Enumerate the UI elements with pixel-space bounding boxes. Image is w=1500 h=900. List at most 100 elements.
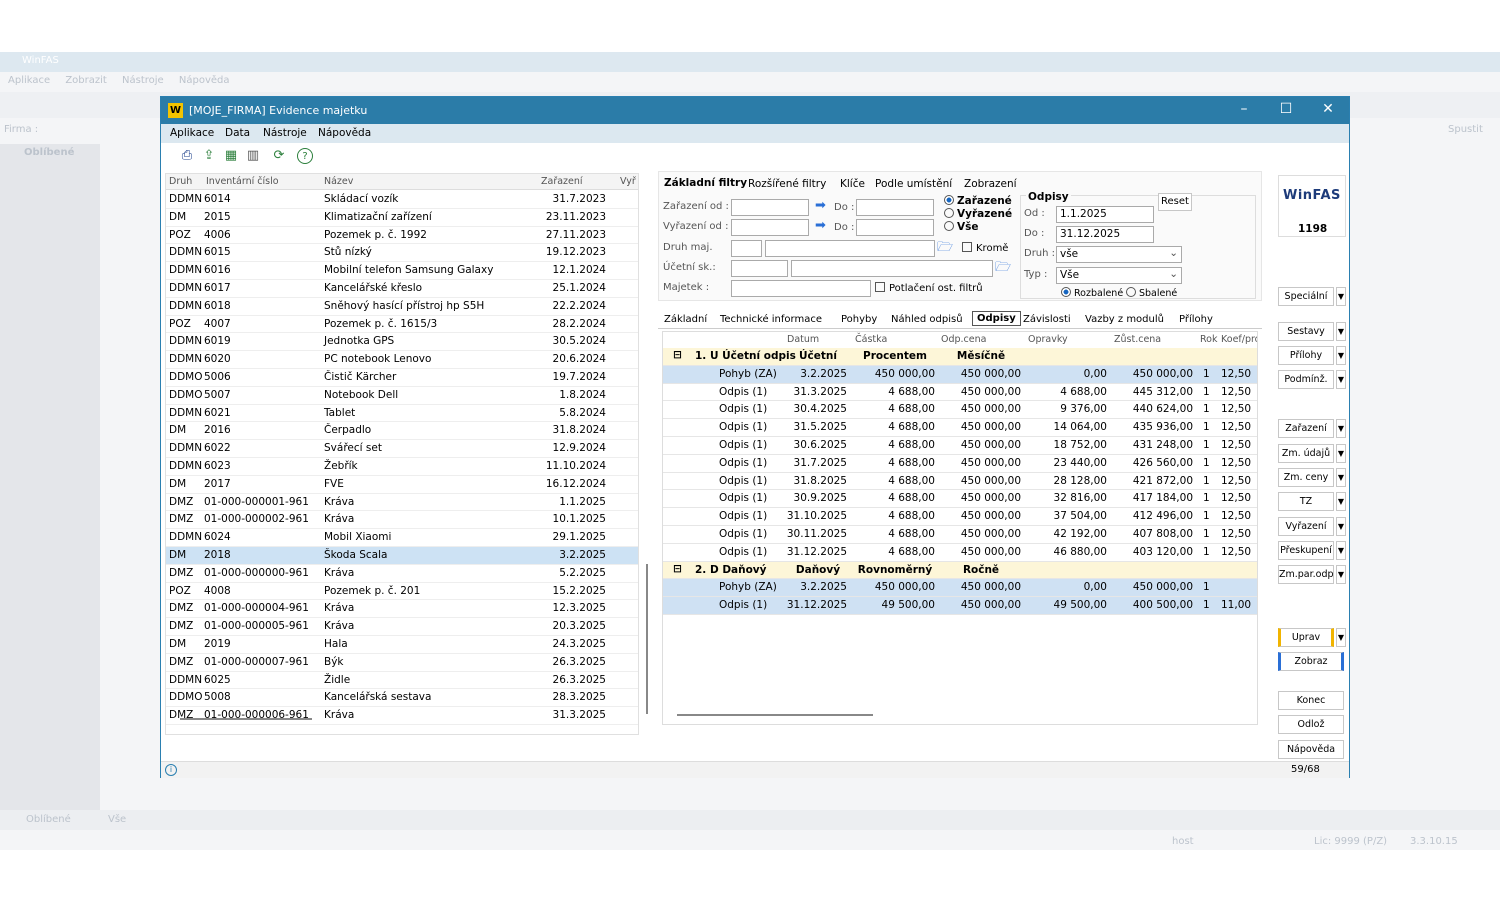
col-inventarni-cislo[interactable]: Inventární číslo	[206, 176, 279, 187]
bg-menu-napoveda[interactable]: Nápověda	[179, 75, 230, 86]
sestavy-button[interactable]: Sestavy	[1278, 322, 1334, 341]
dropdown-arrow-icon[interactable]: ▼	[1336, 468, 1346, 487]
refresh-icon[interactable]: ⟳	[271, 148, 287, 164]
tab-pohyby[interactable]: Pohyby	[841, 314, 877, 325]
list-item[interactable]: DDMN 6018 Sněhový hasící přístroj hp S5H 22…	[166, 298, 638, 316]
bg-menu-nastroje[interactable]: Nástroje	[122, 75, 164, 86]
col-nazev[interactable]: Název	[324, 176, 353, 187]
col-opravky[interactable]: Opravky	[1028, 334, 1068, 345]
radio-sbalene[interactable]: Sbalené	[1126, 287, 1177, 299]
list-item[interactable]: DMZ 01-000-000006-961 Kráva 31.3.2025	[166, 707, 638, 725]
list-item[interactable]: DDMN 6022 Svářecí set 12.9.2024	[166, 440, 638, 458]
specialni-button[interactable]: Speciální	[1278, 287, 1334, 306]
dropdown-arrow-icon[interactable]: ▼	[1336, 517, 1346, 536]
folder-open-icon[interactable]: 🗁	[995, 258, 1011, 280]
potlaceni-checkbox[interactable]: Potlačení ost. filtrů	[875, 282, 983, 294]
list-item[interactable]: DDMN 6023 Žebřík 11.10.2024	[166, 458, 638, 476]
dropdown-arrow-icon[interactable]: ▼	[1336, 628, 1346, 647]
table-row[interactable]: Odpis (1) 31.3.2025 4 688,00 450 000,00 4 68…	[663, 384, 1257, 402]
list-item[interactable]: DDMN 6020 PC notebook Lenovo 20.6.2024	[166, 351, 638, 369]
reset-button[interactable]: Reset	[1158, 193, 1192, 211]
table-row[interactable]: Odpis (1) 30.6.2025 4 688,00 450 000,00 18 7…	[663, 437, 1257, 455]
tab-zakladni[interactable]: Základní	[664, 314, 707, 325]
col-castka[interactable]: Částka	[855, 334, 887, 345]
radio-vyrazene[interactable]: Vyřazené	[944, 208, 1012, 220]
preskupeni-button[interactable]: Přeskupení	[1278, 541, 1334, 560]
collapse-icon[interactable]: ⊟	[673, 563, 682, 575]
bg-menu-aplikace[interactable]: Aplikace	[8, 75, 50, 86]
dropdown-arrow-icon[interactable]: ▼	[1336, 370, 1346, 389]
odpisy-od-input[interactable]: 1.1.2025	[1056, 206, 1154, 223]
tab-klice[interactable]: Klíče	[840, 178, 865, 190]
list-item[interactable]: DM 2015 Klimatizační zařízení 23.11.2023	[166, 209, 638, 227]
list-item[interactable]: DDMN 6019 Jednotka GPS 30.5.2024	[166, 333, 638, 352]
ucetni-sk-name-input[interactable]	[791, 260, 993, 277]
list-item[interactable]: DDMN 6014 Skládací vozík 31.7.2023	[166, 191, 638, 209]
maximize-icon[interactable]: ☐	[1271, 101, 1301, 117]
excel-icon[interactable]: ▦	[223, 148, 239, 164]
list-item[interactable]: DDMN 6025 Židle 26.3.2025	[166, 672, 638, 690]
odpisy-druh-select[interactable]: vše ⌄	[1056, 246, 1182, 263]
minimize-icon[interactable]: –	[1229, 101, 1259, 117]
dropdown-arrow-icon[interactable]: ▼	[1336, 419, 1346, 438]
list-item[interactable]: DMZ 01-000-000000-961 Kráva 5.2.2025	[166, 565, 638, 583]
col-odp-cena[interactable]: Odp.cena	[941, 334, 986, 345]
list-item[interactable]: DM 2016 Čerpadlo 31.8.2024	[166, 422, 638, 441]
dropdown-arrow-icon[interactable]: ▼	[1336, 541, 1346, 560]
bg-spustit-button[interactable]: Spustit	[1448, 124, 1483, 135]
print-icon[interactable]: ⎙	[179, 148, 195, 164]
majetek-input[interactable]	[731, 280, 871, 297]
zm-udaju-button[interactable]: Zm. údajů	[1278, 444, 1334, 463]
odpisy-do-input[interactable]: 31.12.2025	[1056, 226, 1154, 243]
list-item[interactable]: DDMN 6021 Tablet 5.8.2024	[166, 405, 638, 423]
bg-tab-oblibene[interactable]: Oblíbené	[26, 814, 71, 825]
tz-button[interactable]: TZ	[1278, 492, 1334, 511]
zm-par-odp-button[interactable]: Zm.par.odp	[1278, 565, 1334, 584]
menu-aplikace[interactable]: Aplikace	[170, 127, 214, 139]
list-item[interactable]: DDMN 6016 Mobilní telefon Samsung Galaxy 12…	[166, 262, 638, 280]
table-row[interactable]: Odpis (1) 31.8.2025 4 688,00 450 000,00 28 1…	[663, 473, 1257, 491]
list-item[interactable]: DDMN 6024 Mobil Xiaomi 29.1.2025	[166, 529, 638, 547]
table-row[interactable]: Odpis (1) 30.9.2025 4 688,00 450 000,00 32 8…	[663, 490, 1257, 509]
group-row[interactable]: ⊟ 2. D Daňový Daňový Rovnoměrný Ročně	[663, 561, 1257, 580]
list-item[interactable]: DM 2018 Škoda Scala 3.2.2025	[166, 547, 638, 565]
odpisy-typ-select[interactable]: Vše ⌄	[1056, 267, 1182, 284]
vyrazeni-od-input[interactable]	[731, 219, 809, 236]
collapse-icon[interactable]: ⊟	[673, 349, 682, 361]
vyrazeni-button[interactable]: Vyřazení	[1278, 517, 1334, 536]
prilohy-button[interactable]: Přílohy	[1278, 346, 1334, 365]
ucetni-sk-code-input[interactable]	[731, 260, 788, 277]
dropdown-arrow-icon[interactable]: ▼	[1336, 346, 1346, 365]
bg-tab-vse[interactable]: Vše	[108, 814, 126, 825]
group-row[interactable]: ⊟ 1. U Účetní odpis Účetní Procentem Měsíčně	[663, 348, 1257, 366]
folder-open-icon[interactable]: 🗁	[937, 238, 953, 260]
tab-vazby-z-modulu[interactable]: Vazby z modulů	[1085, 314, 1164, 325]
menu-data[interactable]: Data	[225, 127, 250, 139]
tab-zavislosti[interactable]: Závislosti	[1023, 314, 1071, 325]
list-item[interactable]: DM 2017 FVE 16.12.2024	[166, 476, 638, 494]
list-vscrollbar[interactable]	[646, 564, 648, 714]
list-item[interactable]: DMZ 01-000-000004-961 Kráva 12.3.2025	[166, 600, 638, 619]
table-row[interactable]: Odpis (1) 31.12.2025 4 688,00 450 000,00 46 …	[663, 544, 1257, 562]
list-item[interactable]: DDMO 5008 Kancelářská sestava 28.3.2025	[166, 689, 638, 708]
list-item[interactable]: DDMN 6015 Stů nízký 19.12.2023	[166, 244, 638, 263]
list-item[interactable]: DM 2019 Hala 24.3.2025	[166, 636, 638, 654]
grid-hscrollbar[interactable]	[677, 714, 873, 716]
table-row[interactable]: Odpis (1) 31.12.2025 49 500,00 450 000,00 49…	[663, 597, 1257, 615]
podminz-button[interactable]: Podmínž.	[1278, 370, 1334, 389]
radio-rozbalene[interactable]: Rozbalené	[1061, 287, 1123, 299]
col-rok[interactable]: Rok	[1200, 334, 1218, 345]
list-item[interactable]: DMZ 01-000-000007-961 Býk 26.3.2025	[166, 654, 638, 672]
list-item[interactable]: DDMO 5007 Notebook Dell 1.8.2024	[166, 387, 638, 405]
tab-rozsirene-filtry[interactable]: Rozšířené filtry	[748, 178, 826, 190]
tab-zobrazeni[interactable]: Zobrazení	[964, 178, 1017, 190]
list-item[interactable]: DMZ 01-000-000005-961 Kráva 20.3.2025	[166, 618, 638, 636]
info-icon[interactable]: i	[165, 764, 177, 776]
zobraz-button[interactable]: Zobraz	[1278, 652, 1344, 671]
table-row[interactable]: Odpis (1) 31.10.2025 4 688,00 450 000,00 37 …	[663, 508, 1257, 526]
napoveda-button[interactable]: Nápověda	[1278, 740, 1344, 759]
dropdown-arrow-icon[interactable]: ▼	[1336, 444, 1346, 463]
uprav-button[interactable]: Uprav	[1278, 628, 1334, 647]
col-druh[interactable]: Druh	[169, 176, 192, 187]
bg-menu-zobrazit[interactable]: Zobrazit	[65, 75, 107, 86]
